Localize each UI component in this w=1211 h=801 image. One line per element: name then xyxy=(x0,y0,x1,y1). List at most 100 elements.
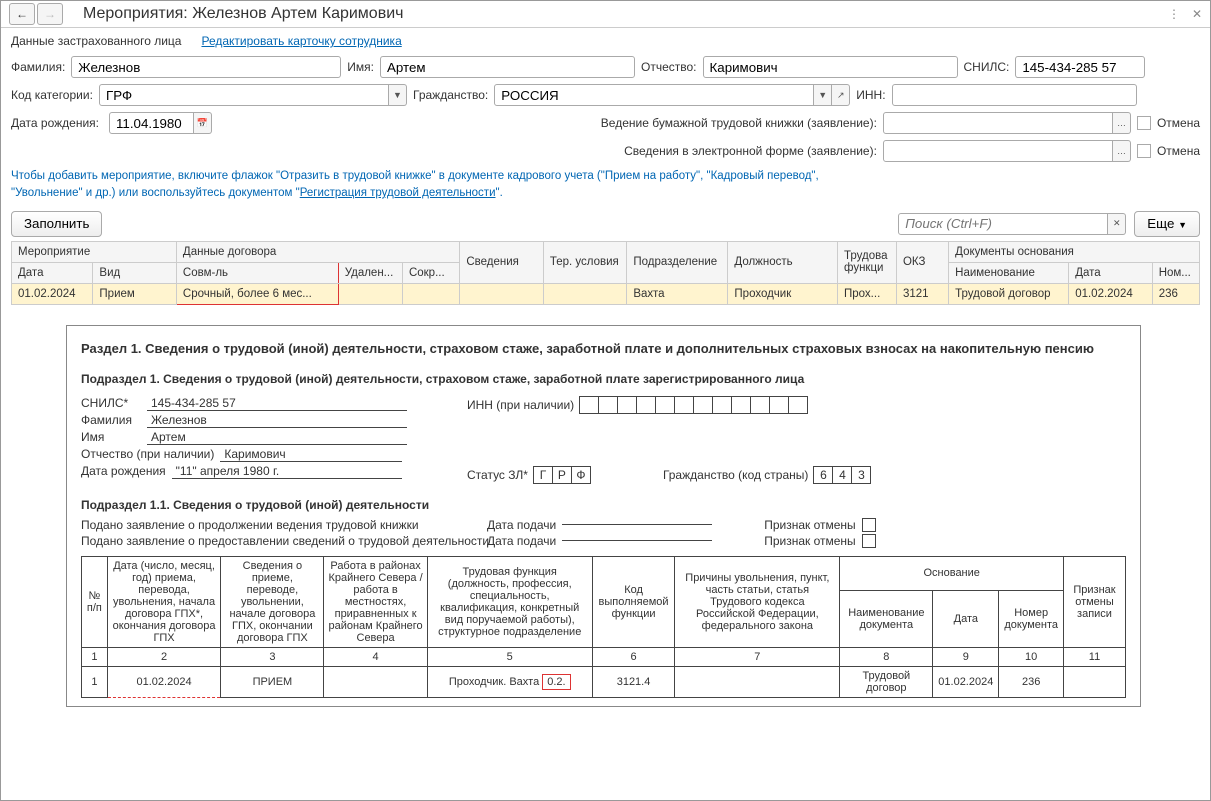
pf-status-label: Статус ЗЛ* xyxy=(467,468,528,482)
col-contract: Данные договора xyxy=(176,241,459,262)
paper-cancel-label: Отмена xyxy=(1157,116,1200,130)
pfr-docname: Трудовой договор xyxy=(840,666,933,697)
col-short: Сокр... xyxy=(402,262,459,283)
col-docnum: Ном... xyxy=(1152,262,1199,283)
cell-position[interactable]: Проходчик xyxy=(728,283,838,304)
register-activity-link[interactable]: Регистрация трудовой деятельности xyxy=(300,187,496,199)
pfr-reason xyxy=(675,666,840,697)
pf-inn-boxes xyxy=(580,396,808,414)
pfr-docnum: 236 xyxy=(999,666,1064,697)
paper-input[interactable] xyxy=(883,112,1113,134)
pf-filed2-label: Дата подачи xyxy=(487,534,556,548)
ellipsis-icon[interactable]: … xyxy=(1113,140,1131,162)
pfr-date: 01.02.2024 xyxy=(107,666,221,697)
pf-firstname-label: Имя xyxy=(81,430,141,444)
inn-input[interactable] xyxy=(892,84,1137,106)
pf-snils-label: СНИЛС* xyxy=(81,396,141,410)
pf-patronymic-label: Отчество (при наличии) xyxy=(81,447,214,461)
pfh-c2: Дата (число, месяц, год) приема, перевод… xyxy=(107,556,221,647)
pf-firstname-value: Артем xyxy=(147,430,407,445)
cell-info[interactable] xyxy=(460,283,544,304)
pf-snils-value: 145-434-285 57 xyxy=(147,396,407,411)
hint-text: Чтобы добавить мероприятие, включите фла… xyxy=(11,168,1200,203)
cell-okz[interactable]: 3121 xyxy=(896,283,948,304)
ellipsis-icon[interactable]: … xyxy=(1113,112,1131,134)
pf-paper-stmt: Подано заявление о продолжении ведения т… xyxy=(81,518,481,532)
section-header: Данные застрахованного лица xyxy=(11,34,181,48)
pf-filed2-value xyxy=(562,540,712,541)
pf-filed1-label: Дата подачи xyxy=(487,518,556,532)
patronymic-input[interactable] xyxy=(703,56,958,78)
pf-cancel1-box xyxy=(862,518,876,532)
search-input[interactable] xyxy=(898,213,1108,235)
open-icon[interactable]: ↗ xyxy=(832,84,850,106)
pf-sub11: Подраздел 1.1. Сведения о трудовой (иной… xyxy=(81,498,1126,512)
pfh-c5: Трудовая функция (должность, профессия, … xyxy=(427,556,592,647)
electronic-cancel-checkbox[interactable] xyxy=(1137,144,1151,158)
cell-remote[interactable] xyxy=(338,283,402,304)
col-laborfn: Трудова функци xyxy=(838,241,897,283)
calendar-icon[interactable]: 📅 xyxy=(194,112,212,134)
pf-status-boxes: Г Р Ф xyxy=(534,466,591,484)
pfr-action: ПРИЕМ xyxy=(221,666,324,697)
pfh-c6: Код выполняемой функции xyxy=(592,556,675,647)
cell-docdate[interactable]: 01.02.2024 xyxy=(1069,283,1153,304)
lastname-label: Фамилия: xyxy=(11,60,65,74)
pf-table-row: 1 01.02.2024 ПРИЕМ Проходчик. Вахта 0.2.… xyxy=(82,666,1126,697)
pf-patronymic-value: Каримович xyxy=(220,447,402,462)
cell-date[interactable]: 01.02.2024 xyxy=(12,283,93,304)
electronic-cancel-label: Отмена xyxy=(1157,144,1200,158)
chevron-down-icon[interactable]: ▼ xyxy=(814,84,832,106)
chevron-down-icon[interactable]: ▼ xyxy=(389,84,407,106)
lastname-input[interactable] xyxy=(71,56,341,78)
cell-combine[interactable]: Срочный, более 6 мес... xyxy=(176,283,338,304)
close-icon[interactable]: ✕ xyxy=(1192,7,1202,21)
pfh-c7: Причины увольнения, пункт, часть статьи,… xyxy=(675,556,840,647)
fill-button[interactable]: Заполнить xyxy=(11,211,102,237)
pfr-north xyxy=(324,666,427,697)
cell-ter[interactable] xyxy=(543,283,627,304)
pfh-c10: Номер документа xyxy=(999,591,1064,647)
col-type: Вид xyxy=(93,262,177,283)
pfh-c3: Сведения о приеме, переводе, увольнении,… xyxy=(221,556,324,647)
pf-table: № п/п Дата (число, месяц, год) приема, п… xyxy=(81,556,1126,698)
pf-citizenship-label: Гражданство (код страны) xyxy=(663,468,808,482)
cell-dept[interactable]: Вахта xyxy=(627,283,728,304)
clear-search-icon[interactable]: ✕ xyxy=(1108,213,1126,235)
grid-row[interactable]: 01.02.2024 Прием Срочный, более 6 мес...… xyxy=(12,283,1200,304)
paper-label: Ведение бумажной трудовой книжки (заявле… xyxy=(601,116,877,130)
col-docname: Наименование xyxy=(949,262,1069,283)
col-okz: ОКЗ xyxy=(896,241,948,283)
pf-lastname-value: Железнов xyxy=(147,413,407,428)
firstname-label: Имя: xyxy=(347,60,374,74)
cell-laborfn[interactable]: Прох... xyxy=(838,283,897,304)
pf-sub1: Подраздел 1. Сведения о трудовой (иной) … xyxy=(81,372,1126,386)
more-button[interactable]: Еще ▼ xyxy=(1134,211,1200,237)
electronic-input[interactable] xyxy=(883,140,1113,162)
cell-short[interactable] xyxy=(402,283,459,304)
category-label: Код категории: xyxy=(11,88,93,102)
paper-cancel-checkbox[interactable] xyxy=(1137,116,1151,130)
events-grid[interactable]: Мероприятие Данные договора Сведения Тер… xyxy=(11,241,1200,305)
cell-docname[interactable]: Трудовой договор xyxy=(949,283,1069,304)
col-docdate: Дата xyxy=(1069,262,1153,283)
pf-lastname-label: Фамилия xyxy=(81,413,141,427)
snils-label: СНИЛС: xyxy=(964,60,1010,74)
category-select[interactable] xyxy=(99,84,389,106)
cell-docnum[interactable]: 236 xyxy=(1152,283,1199,304)
citizenship-label: Гражданство: xyxy=(413,88,488,102)
pf-cancel1-label: Признак отмены xyxy=(764,518,855,532)
menu-icon[interactable]: ⋮ xyxy=(1168,7,1180,21)
snils-input[interactable] xyxy=(1015,56,1145,78)
citizenship-select[interactable] xyxy=(494,84,814,106)
forward-button[interactable]: → xyxy=(37,3,63,25)
pfh-c11: Признак отмены записи xyxy=(1063,556,1125,647)
pfh-basis: Основание xyxy=(840,556,1064,591)
firstname-input[interactable] xyxy=(380,56,635,78)
pf-filed1-value xyxy=(562,524,712,525)
cell-type[interactable]: Прием xyxy=(93,283,177,304)
back-button[interactable]: ← xyxy=(9,3,35,25)
dob-input[interactable] xyxy=(109,112,194,134)
edit-employee-link[interactable]: Редактировать карточку сотрудника xyxy=(201,34,401,48)
pfr-code: 3121.4 xyxy=(592,666,675,697)
